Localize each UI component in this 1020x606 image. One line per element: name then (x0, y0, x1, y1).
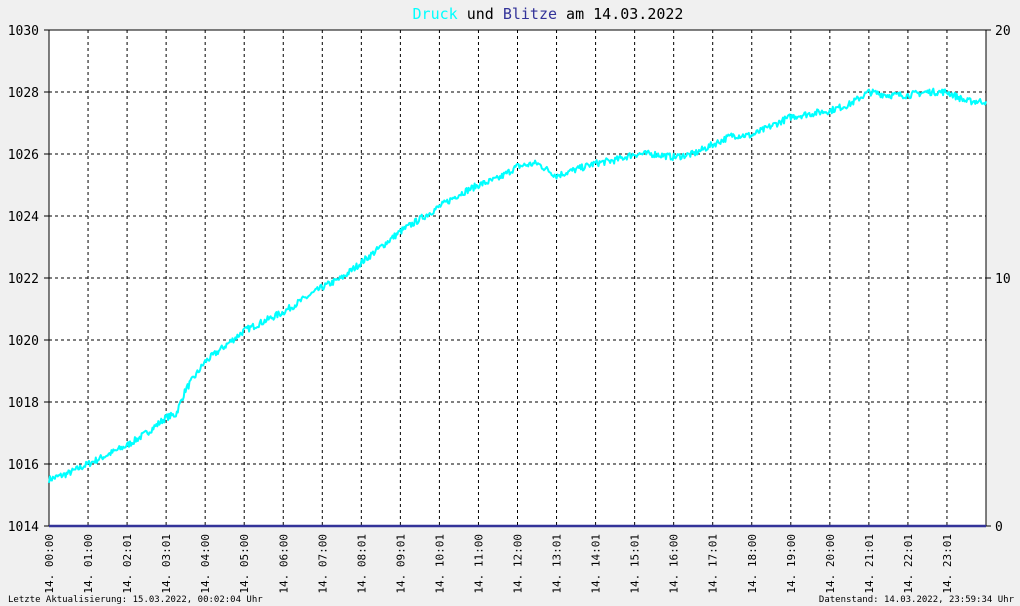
x-tick-label: 14. 07:00 (316, 534, 329, 594)
chart-title: Druck und Blitze am 14.03.2022 (413, 5, 684, 23)
y-left-tick-label: 1016 (8, 458, 39, 473)
title-date: am 14.03.2022 (557, 5, 683, 23)
pressure-lightning-chart: 101410161018102010221024102610281030 010… (8, 5, 1015, 605)
x-tick-label: 14. 21:01 (863, 534, 876, 594)
x-tick-label: 14. 16:00 (668, 534, 681, 594)
y-left-tick-label: 1022 (8, 272, 39, 287)
y-left-tick-label: 1026 (8, 148, 39, 163)
x-tick-label: 14. 23:01 (941, 534, 954, 594)
x-tick-label: 14. 01:00 (82, 534, 95, 594)
x-tick-label: 14. 08:01 (355, 534, 368, 594)
y-left-tick-label: 1028 (8, 86, 39, 101)
footer-data-status: Datenstand: 14.03.2022, 23:59:34 Uhr (819, 595, 1015, 605)
y-left-tick-label: 1024 (8, 210, 39, 225)
x-tick-label: 14. 11:00 (472, 534, 485, 594)
title-und: und (458, 5, 503, 23)
x-tick-label: 14. 03:01 (160, 534, 173, 594)
footer-last-update: Letzte Aktualisierung: 15.03.2022, 00:02… (8, 595, 263, 605)
x-tick-label: 14. 20:00 (824, 534, 837, 594)
y-right-tick-label: 0 (995, 520, 1003, 535)
x-tick-label: 14. 09:01 (394, 534, 407, 594)
x-tick-label: 14. 12:00 (512, 534, 525, 594)
x-tick-label: 14. 00:00 (43, 534, 56, 594)
x-tick-label: 14. 14:01 (590, 534, 603, 594)
y-axis-right-labels: 0 10 20 (986, 24, 1011, 535)
x-tick-label: 14. 17:01 (707, 534, 720, 594)
title-blitze: Blitze (503, 5, 557, 23)
x-axis-labels: 14. 00:00 14. 01:00 14. 02:01 14. 03:01 14. … (43, 534, 954, 594)
x-tick-label: 14. 15:01 (629, 534, 642, 594)
y-left-tick-label: 1018 (8, 396, 39, 411)
y-right-tick-label: 10 (995, 272, 1011, 287)
x-tick-label: 14. 05:00 (238, 534, 251, 594)
x-tick-label: 14. 06:00 (277, 534, 290, 594)
y-right-tick-label: 20 (995, 24, 1011, 39)
x-tick-label: 14. 13:01 (551, 534, 564, 594)
x-tick-label: 14. 10:01 (433, 534, 446, 594)
y-left-tick-label: 1020 (8, 334, 39, 349)
x-tick-label: 14. 04:00 (199, 534, 212, 594)
x-tick-label: 14. 02:01 (121, 534, 134, 594)
title-druck: Druck (413, 5, 458, 23)
x-tick-label: 14. 22:01 (902, 534, 915, 594)
x-tick-label: 14. 19:00 (785, 534, 798, 594)
x-tick-label: 14. 18:00 (746, 534, 759, 594)
y-left-tick-label: 1030 (8, 24, 39, 39)
y-axis-left-labels: 1014 1016 1018 1020 1022 1024 1026 1028 1030 (8, 24, 49, 535)
y-left-tick-label: 1014 (8, 520, 39, 535)
